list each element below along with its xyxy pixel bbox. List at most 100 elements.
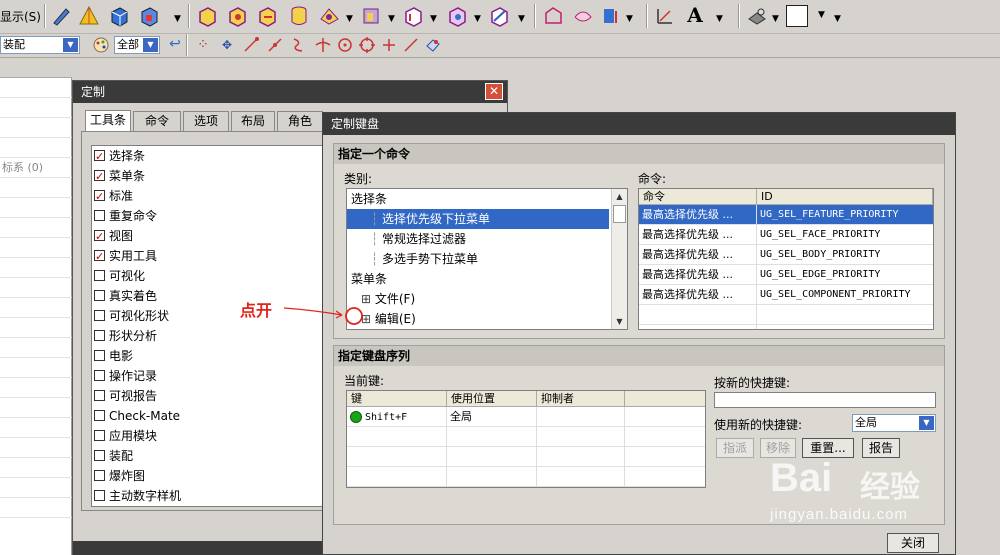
- tab-layout[interactable]: 布局: [231, 111, 275, 131]
- arc-center-icon[interactable]: [336, 36, 354, 54]
- navigator-row[interactable]: [0, 258, 72, 278]
- toolbar-checkbox-item[interactable]: 实用工具: [94, 246, 330, 267]
- snap-points-icon[interactable]: ⁘: [194, 36, 212, 54]
- checkbox[interactable]: [94, 187, 105, 207]
- trim-body-icon[interactable]: [488, 5, 510, 27]
- command-row[interactable]: 最高选择优先级 ... UG_SEL_FEATURE_PRIORITY: [639, 205, 933, 225]
- chevron-down-icon[interactable]: ▼: [388, 14, 395, 24]
- category-tree-item[interactable]: 选择条: [347, 189, 609, 209]
- toolbar-checkbox-item[interactable]: 应用模块: [94, 426, 330, 446]
- toolbar-checkbox-item[interactable]: 可视报告: [94, 386, 330, 406]
- display-menu-label[interactable]: 显示(S): [0, 8, 41, 25]
- checkbox[interactable]: [94, 390, 105, 401]
- toolbar-checkbox-item[interactable]: 重复命令: [94, 206, 330, 226]
- shell-icon[interactable]: [402, 5, 424, 27]
- scroll-down-icon[interactable]: ▼: [612, 314, 627, 329]
- toolbar-checkbox-item[interactable]: 视图: [94, 226, 330, 247]
- remove-button[interactable]: 移除: [760, 438, 796, 458]
- cylinder-icon[interactable]: [288, 5, 310, 27]
- chamfer-icon[interactable]: [256, 5, 278, 27]
- navigator-row[interactable]: [0, 498, 72, 518]
- navigator-row[interactable]: [0, 418, 72, 438]
- toolbar-checkbox-item[interactable]: 装配: [94, 446, 330, 466]
- tab-options[interactable]: 选项: [183, 111, 229, 131]
- checkbox[interactable]: [94, 410, 105, 421]
- checkbox[interactable]: [94, 490, 105, 501]
- column-header[interactable]: 使用位置: [447, 391, 537, 407]
- chevron-down-icon[interactable]: ▼: [346, 14, 353, 24]
- chevron-down-icon[interactable]: ▼: [772, 14, 779, 24]
- shading-icon[interactable]: [746, 5, 768, 27]
- checkbox[interactable]: [94, 470, 105, 481]
- checkbox[interactable]: [94, 147, 105, 167]
- sphere-icon[interactable]: [318, 5, 340, 27]
- navigator-row[interactable]: [0, 458, 72, 478]
- close-button[interactable]: 关闭: [887, 533, 939, 553]
- chevron-down-icon[interactable]: ▼: [474, 14, 481, 24]
- cone-icon[interactable]: [78, 5, 100, 27]
- category-tree-item[interactable]: ⊞ 编辑(E): [347, 309, 609, 329]
- existing-point-icon[interactable]: [380, 36, 398, 54]
- category-tree-item[interactable]: ┆ 多选手势下拉菜单: [347, 249, 609, 269]
- checkbox[interactable]: [94, 270, 105, 281]
- navigator-row[interactable]: [0, 358, 72, 378]
- toolbar-checkbox-item[interactable]: 可视化: [94, 266, 330, 286]
- navigator-row[interactable]: [0, 138, 72, 158]
- toolbar-checkbox-item[interactable]: 操作记录: [94, 366, 330, 386]
- navigator-row[interactable]: [0, 78, 72, 98]
- navigator-row[interactable]: [0, 98, 72, 118]
- curve-icon[interactable]: [572, 5, 594, 27]
- toolbar-checkbox-item[interactable]: 电影: [94, 346, 330, 366]
- navigator-row[interactable]: [0, 478, 72, 498]
- empty-row[interactable]: [347, 427, 705, 447]
- tab-commands[interactable]: 命令: [133, 111, 181, 131]
- tab-toolbars[interactable]: 工具条: [85, 110, 131, 132]
- command-row[interactable]: 最高选择优先级 ... UG_SEL_FACE_PRIORITY: [639, 225, 933, 245]
- checkbox[interactable]: [94, 370, 105, 381]
- snap-end-icon[interactable]: ✥: [218, 36, 236, 54]
- scroll-thumb[interactable]: [613, 205, 626, 223]
- checkbox[interactable]: [94, 310, 105, 321]
- empty-row[interactable]: [639, 305, 933, 325]
- palette-icon[interactable]: [92, 36, 110, 54]
- navigator-row[interactable]: [0, 278, 72, 298]
- navigator-row[interactable]: [0, 198, 72, 218]
- sketch-icon[interactable]: [542, 5, 564, 27]
- edge-blend-icon[interactable]: [226, 5, 248, 27]
- navigator-row[interactable]: [0, 298, 72, 318]
- undo-arrow-icon[interactable]: ↩: [166, 36, 184, 54]
- checkbox[interactable]: [94, 227, 105, 247]
- checkbox[interactable]: [94, 350, 105, 361]
- navigator-row[interactable]: [0, 318, 72, 338]
- column-header[interactable]: ID: [757, 189, 933, 205]
- chevron-down-icon[interactable]: ▼: [518, 14, 525, 24]
- toolbar-checkbox-item[interactable]: 标准: [94, 186, 330, 207]
- checkbox[interactable]: [94, 247, 105, 267]
- column-header[interactable]: 命令: [639, 189, 757, 205]
- category-tree-item[interactable]: ⊞ 视图(V): [347, 329, 609, 330]
- checkbox[interactable]: [94, 290, 105, 301]
- empty-row[interactable]: [347, 467, 705, 487]
- column-header[interactable]: 键: [347, 391, 447, 407]
- command-row[interactable]: 最高选择优先级 ... UG_SEL_EDGE_PRIORITY: [639, 265, 933, 285]
- scroll-up-icon[interactable]: ▲: [612, 189, 627, 204]
- hole-icon[interactable]: [446, 5, 468, 27]
- offset-icon[interactable]: [600, 5, 622, 27]
- key-row[interactable]: Shift+F 全局: [347, 407, 705, 427]
- navigator-row[interactable]: [0, 438, 72, 458]
- endpoint-icon[interactable]: [242, 36, 260, 54]
- checkbox[interactable]: [94, 430, 105, 441]
- tab-roles[interactable]: 角色: [277, 111, 323, 131]
- category-tree-item[interactable]: ┆ 选择优先级下拉菜单: [347, 209, 609, 229]
- toolbar-checkbox-item[interactable]: 菜单条: [94, 166, 330, 187]
- toolbar-checkbox-item[interactable]: 选择条: [94, 146, 330, 167]
- navigator-row[interactable]: [0, 378, 72, 398]
- navigator-row[interactable]: [0, 338, 72, 358]
- point-on-face-icon[interactable]: [424, 36, 442, 54]
- category-tree-item[interactable]: ┆ 常规选择过滤器: [347, 229, 609, 249]
- navigator-row[interactable]: [0, 118, 72, 138]
- checkbox[interactable]: [94, 450, 105, 461]
- background-color-icon[interactable]: [786, 5, 808, 27]
- navigator-row[interactable]: [0, 238, 72, 258]
- quadrant-point-icon[interactable]: [358, 36, 376, 54]
